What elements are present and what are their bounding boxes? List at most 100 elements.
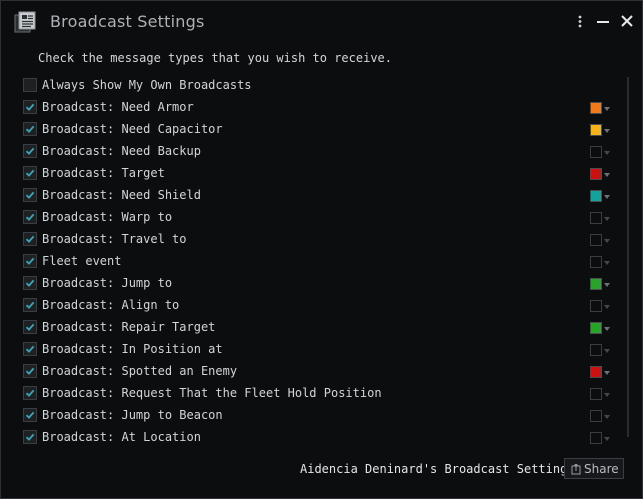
list-item[interactable]: Always Show My Own Broadcasts [1, 75, 621, 97]
chevron-down-icon[interactable] [604, 217, 610, 221]
checkbox[interactable] [23, 320, 37, 334]
color-swatch[interactable] [590, 212, 602, 224]
list-item-label: Fleet event [42, 254, 122, 268]
chevron-down-icon[interactable] [604, 151, 610, 155]
scrollbar[interactable] [627, 77, 629, 437]
chevron-down-icon[interactable] [604, 173, 610, 177]
chevron-down-icon[interactable] [604, 305, 610, 309]
list-item-label: Broadcast: Jump to [42, 276, 173, 290]
list-item-label: Broadcast: Travel to [42, 232, 187, 246]
checkbox[interactable] [23, 276, 37, 290]
chevron-down-icon[interactable] [604, 437, 610, 441]
chevron-down-icon[interactable] [604, 349, 610, 353]
list-item[interactable]: Broadcast: Jump to [1, 273, 621, 295]
checkbox[interactable] [23, 298, 37, 312]
chevron-down-icon[interactable] [604, 195, 610, 199]
list-item[interactable]: Broadcast: Jump to Beacon [1, 405, 621, 427]
list-item-label: Broadcast: Need Shield [42, 188, 201, 202]
checkbox[interactable] [23, 232, 37, 246]
checkmark-icon [25, 103, 35, 111]
checkmark-icon [25, 279, 35, 287]
share-icon [571, 464, 581, 475]
color-swatch[interactable] [590, 190, 602, 202]
chevron-down-icon[interactable] [604, 239, 610, 243]
list-item-label: Broadcast: In Position at [42, 342, 223, 356]
checkmark-icon [25, 367, 35, 375]
color-swatch[interactable] [590, 344, 602, 356]
checkmark-icon [25, 411, 35, 419]
title-bar[interactable]: Broadcast Settings [1, 1, 642, 41]
list-item-label: Broadcast: Jump to Beacon [42, 408, 223, 422]
share-button[interactable]: Share [564, 458, 624, 479]
checkbox[interactable] [23, 430, 37, 444]
list-item[interactable]: Broadcast: Need Armor [1, 97, 621, 119]
chevron-down-icon[interactable] [604, 261, 610, 265]
color-swatch[interactable] [590, 322, 602, 334]
color-swatch[interactable] [590, 300, 602, 312]
list-item[interactable]: Broadcast: Request That the Fleet Hold P… [1, 383, 621, 405]
list-item[interactable]: Broadcast: Repair Target [1, 317, 621, 339]
checkbox[interactable] [23, 386, 37, 400]
checkbox[interactable] [23, 78, 37, 92]
list-item-label: Broadcast: Align to [42, 298, 180, 312]
list-item[interactable]: Broadcast: Warp to [1, 207, 621, 229]
list-item-label: Broadcast: Target [42, 166, 165, 180]
checkbox[interactable] [23, 100, 37, 114]
chevron-down-icon[interactable] [604, 129, 610, 133]
checkmark-icon [25, 213, 35, 221]
color-swatch[interactable] [590, 410, 602, 422]
color-swatch[interactable] [590, 146, 602, 158]
document-icon [14, 11, 36, 33]
close-icon[interactable] [618, 11, 636, 31]
color-swatch[interactable] [590, 366, 602, 378]
color-swatch[interactable] [590, 278, 602, 290]
kebab-menu-icon[interactable] [571, 11, 589, 31]
checkmark-icon [25, 125, 35, 133]
list-item[interactable]: Broadcast: In Position at [1, 339, 621, 361]
minimize-icon[interactable] [594, 11, 612, 31]
color-swatch[interactable] [590, 168, 602, 180]
checkbox[interactable] [23, 122, 37, 136]
checkbox[interactable] [23, 254, 37, 268]
checkmark-icon [25, 345, 35, 353]
chevron-down-icon[interactable] [604, 327, 610, 331]
list-item[interactable]: Broadcast: Spotted an Enemy [1, 361, 621, 383]
broadcast-settings-window: Broadcast Settings Check the message typ… [0, 0, 643, 499]
list-item[interactable]: Broadcast: Need Shield [1, 185, 621, 207]
list-item[interactable]: Fleet event [1, 251, 621, 273]
chevron-down-icon[interactable] [604, 393, 610, 397]
list-item[interactable]: Broadcast: Travel to [1, 229, 621, 251]
checkbox[interactable] [23, 166, 37, 180]
checkmark-icon [25, 323, 35, 331]
checkbox[interactable] [23, 408, 37, 422]
list-item-label: Broadcast: Spotted an Enemy [42, 364, 238, 378]
checkmark-icon [25, 301, 35, 309]
checkmark-icon [25, 433, 35, 441]
list-item[interactable]: Broadcast: At Location [1, 427, 621, 449]
chevron-down-icon[interactable] [604, 107, 610, 111]
checkbox[interactable] [23, 144, 37, 158]
checkbox[interactable] [23, 364, 37, 378]
chevron-down-icon[interactable] [604, 283, 610, 287]
list-item[interactable]: Broadcast: Need Backup [1, 141, 621, 163]
color-swatch[interactable] [590, 234, 602, 246]
list-item-label: Broadcast: Need Backup [42, 144, 201, 158]
list-item-label: Broadcast: Request That the Fleet Hold P… [42, 386, 382, 400]
list-item[interactable]: Broadcast: Need Capacitor [1, 119, 621, 141]
chevron-down-icon[interactable] [604, 371, 610, 375]
color-swatch[interactable] [590, 124, 602, 136]
list-item-label: Broadcast: Need Armor [42, 100, 194, 114]
color-swatch[interactable] [590, 256, 602, 268]
window-title: Broadcast Settings [50, 12, 205, 31]
color-swatch[interactable] [590, 432, 602, 444]
checkbox[interactable] [23, 342, 37, 356]
color-swatch[interactable] [590, 102, 602, 114]
color-swatch[interactable] [590, 388, 602, 400]
list-item[interactable]: Broadcast: Target [1, 163, 621, 185]
list-item-label: Broadcast: Need Capacitor [42, 122, 223, 136]
chevron-down-icon[interactable] [604, 415, 610, 419]
list-item[interactable]: Broadcast: Align to [1, 295, 621, 317]
checkbox[interactable] [23, 210, 37, 224]
checkmark-icon [25, 169, 35, 177]
checkbox[interactable] [23, 188, 37, 202]
